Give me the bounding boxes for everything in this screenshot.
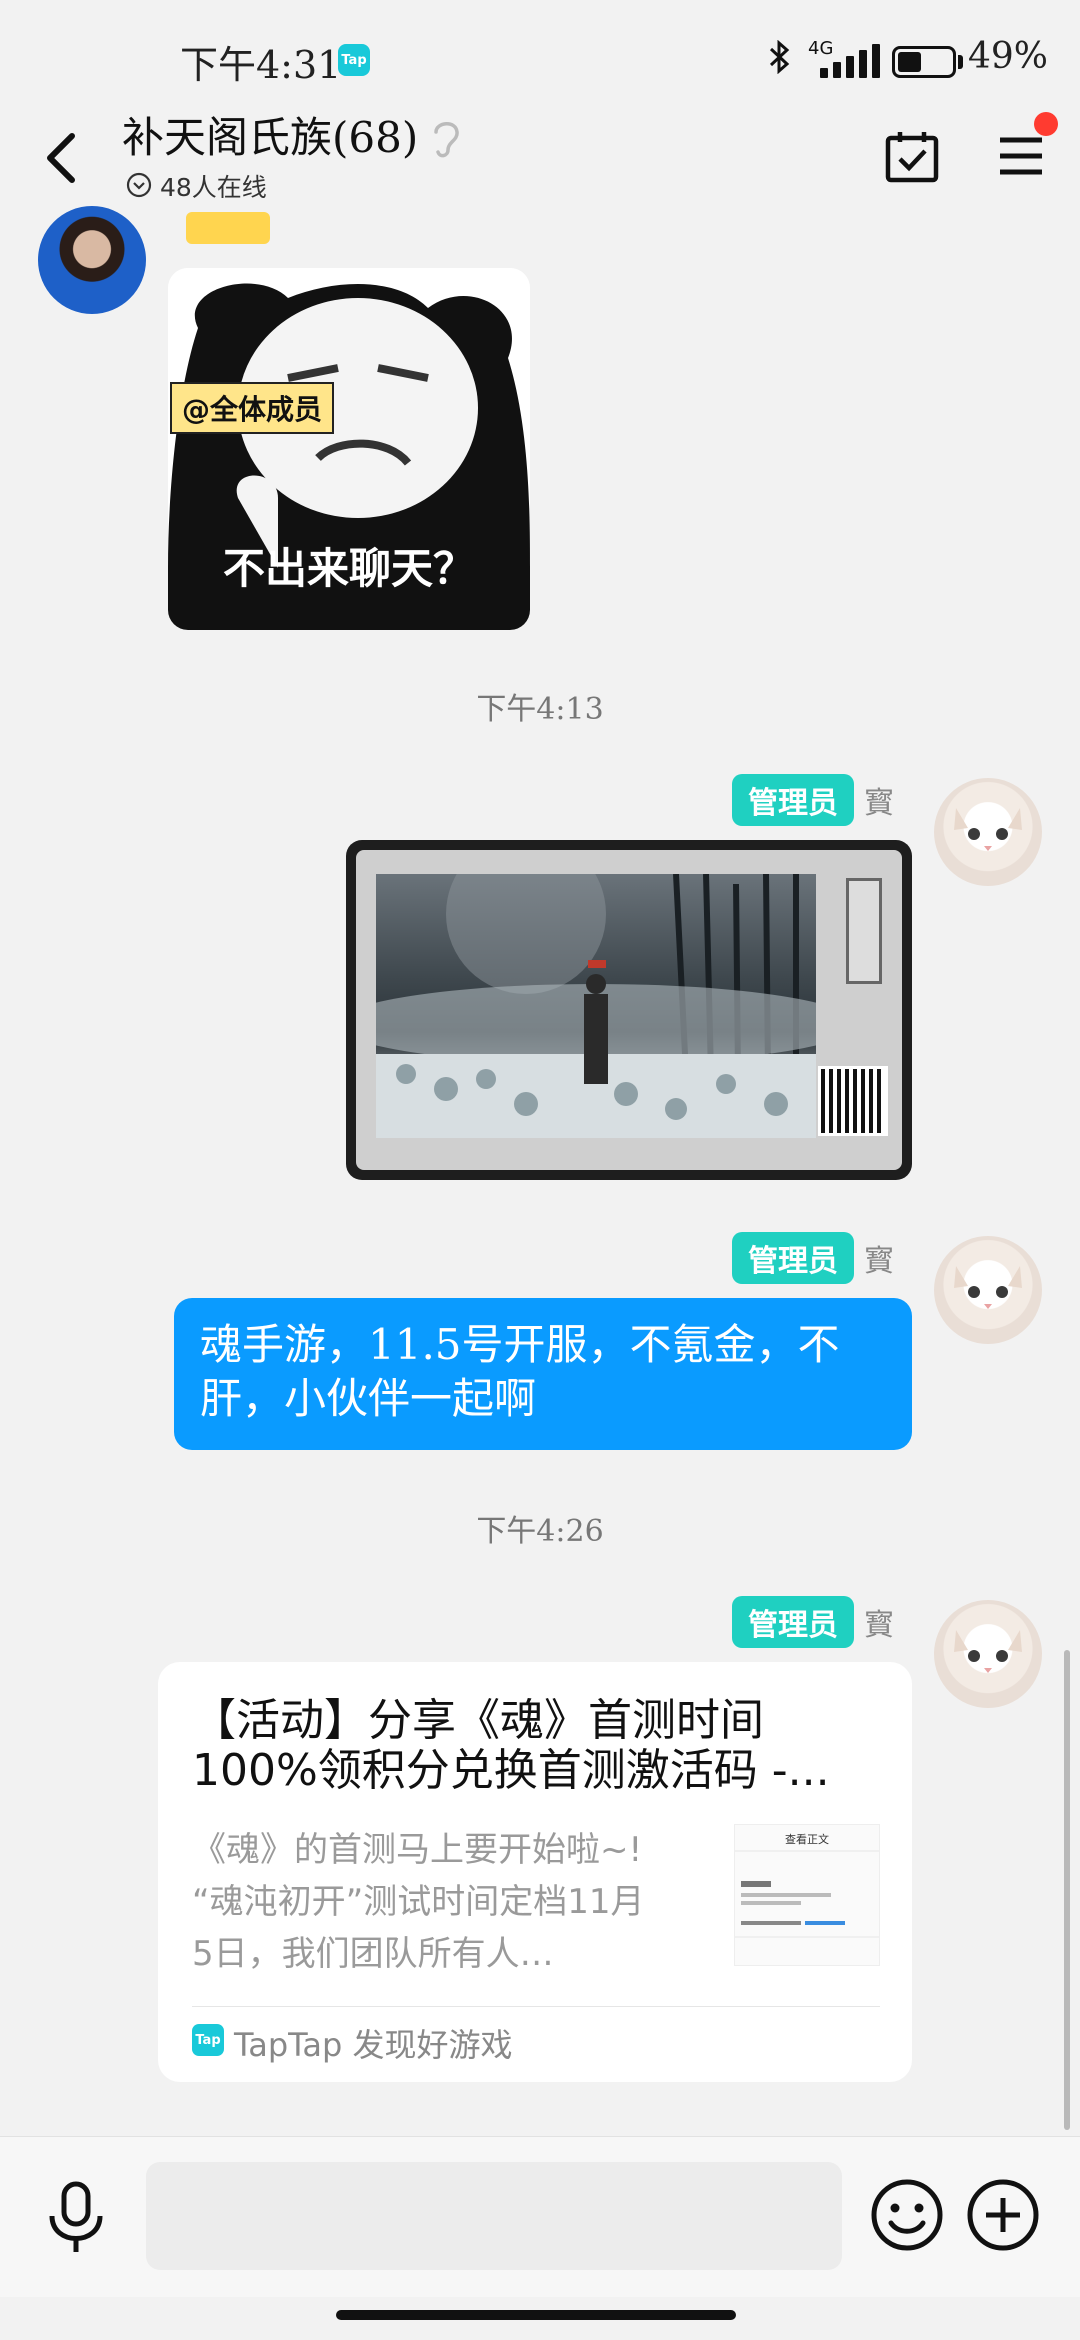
time-separator: 下午4:26 (476, 1514, 604, 1549)
sender-name: 寳 (864, 1608, 894, 1643)
menu-icon[interactable] (998, 134, 1044, 178)
back-arrow-icon[interactable] (40, 128, 84, 188)
online-count[interactable]: 48人在线 (160, 168, 267, 204)
meme-caption: 不出来聊天？ (222, 544, 475, 593)
share-card-description: 《魂》的首测马上要开始啦~! “魂沌初开”测试时间定档11月5日，我们团队所有人… (192, 1830, 645, 1974)
microphone-icon[interactable] (44, 2180, 108, 2256)
calendar-check-icon[interactable] (884, 128, 940, 184)
share-card-title-line1: 【活动】分享《魂》首测时间 (192, 1696, 764, 1746)
game-poster-image[interactable] (346, 840, 912, 1180)
share-card-thumbnail: 查看正文 (734, 1824, 880, 1966)
role-badge: 管理员 (732, 774, 854, 826)
taptap-status-icon: Tap (338, 44, 370, 76)
battery-level (898, 52, 922, 72)
share-card-title-line2: 100%领积分兑换首测激活码 -... (192, 1746, 830, 1796)
emoji-icon[interactable] (870, 2178, 944, 2252)
share-card-title: 【活动】分享《魂》首测时间 100%领积分兑换首测激活码 -... (192, 1696, 882, 1796)
sender-name: 寳 (864, 786, 894, 821)
role-badge: 管理员 (732, 1232, 854, 1284)
signal-icon (820, 44, 880, 78)
share-card-divider (192, 2006, 880, 2007)
bluetooth-icon (768, 39, 792, 83)
avatar[interactable] (934, 778, 1042, 886)
plus-icon[interactable] (966, 2178, 1040, 2252)
meme-image[interactable]: @全体成员 不出来聊天？ (168, 268, 530, 630)
avatar[interactable] (934, 1600, 1042, 1708)
avatar[interactable] (38, 206, 146, 314)
time-separator: 下午4:13 (476, 692, 604, 727)
sender-line: 管理员 寳 (732, 1232, 894, 1284)
scrollbar[interactable] (1064, 1650, 1070, 2130)
role-badge (186, 212, 270, 244)
poster-sign (846, 878, 882, 984)
share-card[interactable]: 【活动】分享《魂》首测时间 100%领积分兑换首测激活码 -... 《魂》的首测… (158, 1662, 912, 2082)
role-badge: 管理员 (732, 1596, 854, 1648)
poster-frame (356, 850, 902, 1170)
meme-label: @全体成员 (170, 382, 335, 434)
battery-icon (892, 46, 956, 78)
sender-line: 管理员 寳 (732, 1596, 894, 1648)
taptap-icon: Tap (192, 2024, 224, 2056)
group-title[interactable]: 补天阁氏族(68) (122, 104, 418, 165)
sender-line: 管理员 寳 (732, 774, 894, 826)
qr-code (818, 1066, 888, 1136)
online-status-icon (126, 172, 152, 198)
ear-icon[interactable] (428, 116, 464, 160)
avatar[interactable] (934, 1236, 1042, 1344)
sender-name: 寳 (864, 1244, 894, 1279)
message-input[interactable] (146, 2162, 842, 2270)
home-indicator[interactable] (336, 2310, 736, 2320)
battery-percent: 49% (968, 36, 1049, 77)
message-bubble[interactable]: 魂手游，11.5号开服，不氪金，不肝，小伙伴一起啊 (174, 1298, 912, 1450)
status-time: 下午4:31 (180, 43, 342, 87)
poster-scene (376, 874, 816, 1138)
battery-tip (958, 55, 963, 69)
share-card-source: TapTap 发现好游戏 (234, 2026, 513, 2064)
notification-dot (1034, 112, 1058, 136)
